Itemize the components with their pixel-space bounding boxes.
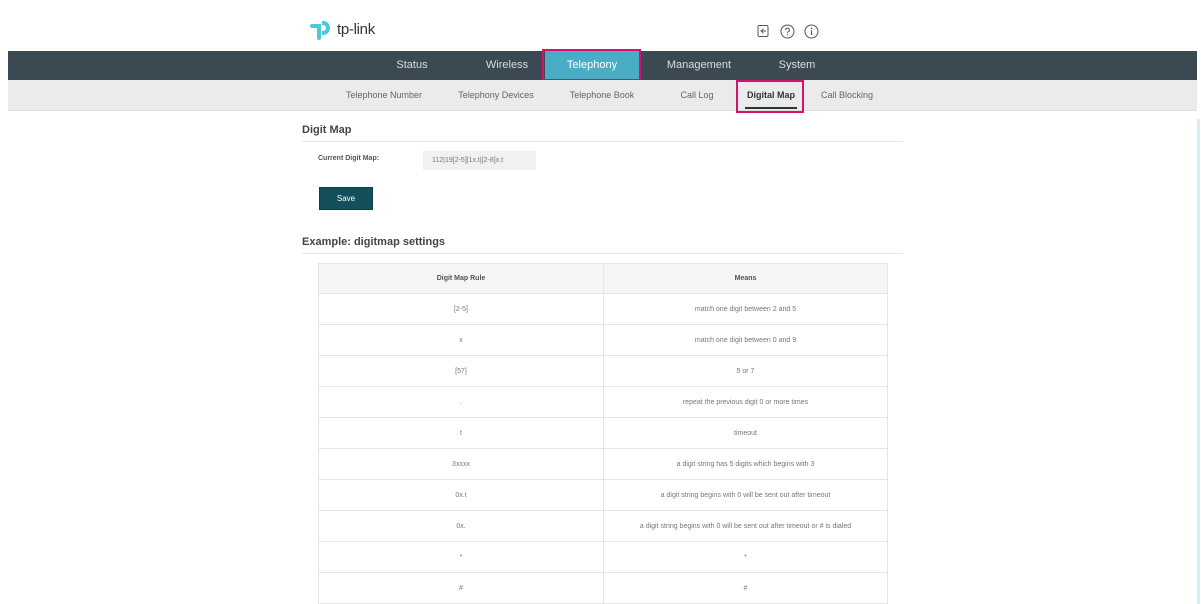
tp-link-logo-icon — [309, 18, 335, 40]
sub-nav-call-blocking[interactable]: Call Blocking — [814, 80, 880, 110]
rule-cell: [57] — [318, 355, 604, 387]
table-row: 0x. a digit string begins with 0 will be … — [318, 510, 888, 542]
table-row: x match one digit between 0 and 9 — [318, 324, 888, 356]
telephony-highlight-box — [542, 49, 641, 81]
means-cell: match one digit between 2 and 5 — [603, 293, 888, 325]
section-divider — [302, 253, 903, 254]
means-cell: 5 or 7 — [603, 355, 888, 387]
main-nav-management[interactable]: Management — [654, 51, 744, 80]
table-row: [2-5] match one digit between 2 and 5 — [318, 293, 888, 325]
tp-link-logo: tp-link — [309, 18, 375, 40]
save-button[interactable]: Save — [319, 187, 373, 210]
top-bar: tp-link — [8, 0, 1197, 51]
table-row: [57] 5 or 7 — [318, 355, 888, 387]
rule-cell: # — [318, 572, 604, 604]
table-row: * * — [318, 541, 888, 573]
main-nav-wireless[interactable]: Wireless — [467, 51, 547, 80]
digit-map-title: Digit Map — [302, 124, 352, 136]
info-icon[interactable] — [803, 23, 819, 39]
rule-cell: [2-5] — [318, 293, 604, 325]
main-content: Digit Map Current Digit Map: 112|19[2-5]… — [8, 111, 1197, 604]
column-header-means: Means — [603, 263, 888, 294]
logout-icon[interactable] — [755, 23, 771, 39]
rule-cell: . — [318, 386, 604, 418]
column-header-rule: Digit Map Rule — [318, 263, 604, 294]
means-cell: a digit string begins with 0 will be sen… — [603, 479, 888, 511]
digital-map-highlight-box — [736, 80, 804, 113]
means-cell: a digit string has 5 digits which begins… — [603, 448, 888, 480]
means-cell: timeout — [603, 417, 888, 449]
table-row: 3xxxx a digit string has 5 digits which b… — [318, 448, 888, 480]
digit-map-example-table: Digit Map Rule Means [2-5] match one digi… — [318, 263, 888, 604]
sub-nav-call-log[interactable]: Call Log — [672, 80, 722, 110]
rule-cell: x — [318, 324, 604, 356]
rule-cell: 3xxxx — [318, 448, 604, 480]
rule-cell: * — [318, 541, 604, 573]
rule-cell: 0x. — [318, 510, 604, 542]
table-row: t timeout — [318, 417, 888, 449]
table-row: # # — [318, 572, 888, 604]
means-cell: * — [603, 541, 888, 573]
main-nav-status[interactable]: Status — [374, 51, 450, 80]
current-digit-map-field[interactable]: 112|19[2-5]|1x.t|[2-8]x.t — [423, 151, 536, 170]
sub-nav-telephony-devices[interactable]: Telephony Devices — [448, 80, 544, 110]
example-title: Example: digitmap settings — [302, 236, 446, 248]
rule-cell: t — [318, 417, 604, 449]
sub-nav: Telephone Number Telephony Devices Telep… — [8, 80, 1197, 111]
sub-nav-telephone-number[interactable]: Telephone Number — [338, 80, 430, 110]
table-row: 0x.t a digit string begins with 0 will be… — [318, 479, 888, 511]
table-row: . repeat the previous digit 0 or more tim… — [318, 386, 888, 418]
current-digit-map-label: Current Digit Map: — [318, 155, 380, 162]
router-admin-page: tp-link Status Wireless Telephony Manage… — [8, 0, 1200, 604]
top-icons — [755, 23, 819, 39]
main-nav-system[interactable]: System — [759, 51, 835, 80]
means-cell: repeat the previous digit 0 or more time… — [603, 386, 888, 418]
logo-text: tp-link — [337, 20, 375, 38]
rule-cell: 0x.t — [318, 479, 604, 511]
help-icon[interactable] — [779, 23, 795, 39]
means-cell: a digit string begins with 0 will be sen… — [603, 510, 888, 542]
sub-nav-telephone-book[interactable]: Telephone Book — [561, 80, 643, 110]
means-cell: match one digit between 0 and 9 — [603, 324, 888, 356]
scrollbar[interactable] — [1197, 119, 1200, 604]
section-divider — [302, 141, 903, 142]
means-cell: # — [603, 572, 888, 604]
